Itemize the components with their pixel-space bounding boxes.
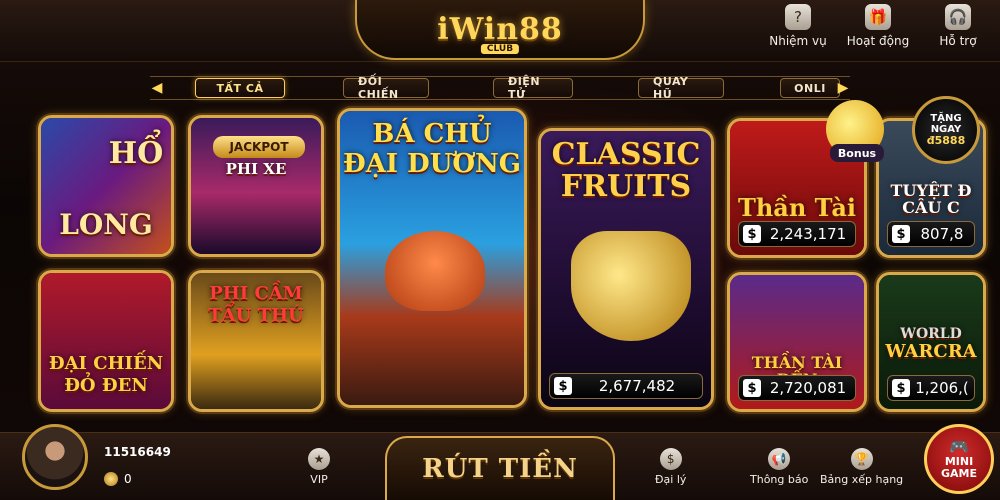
tab-all[interactable]: TẤT CẢ xyxy=(195,78,285,98)
dai-chien-title-b: ĐỎ ĐEN xyxy=(64,375,148,396)
tuyet-dinh-jackpot-amount: 807,8 xyxy=(920,225,964,243)
ho-long-title-b: LONG xyxy=(59,208,153,241)
vip-button[interactable]: ★ VIP xyxy=(308,448,330,486)
game-tile-ho-long[interactable]: HỔ LONG xyxy=(38,115,174,257)
bonus-label: Bonus xyxy=(830,144,884,162)
currency-icon: $ xyxy=(743,379,761,397)
tuyet-dinh-jackpot: $ 807,8 xyxy=(887,221,975,247)
classic-jackpot: $ 2,677,482 xyxy=(549,373,703,399)
withdraw-label: RÚT TIỀN xyxy=(422,454,578,484)
game-tile-phi-xe[interactable]: JACKPOT PHI XE xyxy=(188,115,324,257)
withdraw-button[interactable]: RÚT TIỀN xyxy=(385,436,615,500)
tab-jackpot[interactable]: QUAY HŨ xyxy=(638,75,724,101)
mini-game-button[interactable]: 🎮 MINI GAME xyxy=(924,424,994,494)
currency-icon: $ xyxy=(892,379,910,397)
logo-sub: CLUB xyxy=(480,44,520,54)
phi-xe-title: PHI XE xyxy=(225,160,287,178)
coin-icon xyxy=(104,472,118,486)
gamepad-icon: 🎮 xyxy=(949,437,969,457)
gift-line1: TẶNG xyxy=(930,112,962,124)
gift-icon: 🎁 xyxy=(865,4,891,30)
warcraft-title-b: WARCRA xyxy=(885,341,977,362)
activity-button[interactable]: 🎁 Hoạt động xyxy=(846,4,910,48)
tab-pvp[interactable]: ĐỐI CHIẾN xyxy=(343,75,429,101)
currency-icon: $ xyxy=(554,377,572,395)
support-button[interactable]: 🎧 Hỗ trợ xyxy=(926,4,990,48)
logo-text: iWin88 xyxy=(437,11,563,47)
trophy-icon: 🏆 xyxy=(850,448,873,470)
ba-chu-title-b: ĐẠI DƯƠNG xyxy=(343,149,521,179)
classic-jackpot-amount: 2,677,482 xyxy=(598,377,676,395)
currency-icon: $ xyxy=(892,225,910,243)
coin-balance: 0 xyxy=(104,472,132,486)
gift-amount: đ5888 xyxy=(926,133,966,147)
than-tai-den-jackpot-amount: 2,720,081 xyxy=(769,379,847,397)
phi-cam-title-a: PHI CẦM xyxy=(209,283,303,304)
game-tile-classic-fruits[interactable]: CLASSIC FRUITS $ 2,677,482 xyxy=(538,128,714,410)
game-tile-than-tai-den[interactable]: THẦN TÀI ĐẾN $ 2,720,081 xyxy=(727,272,867,412)
chevron-right-icon[interactable]: ▶ xyxy=(836,78,850,98)
tuyet-dinh-title: TUYỆT Đ CÂU C xyxy=(890,181,972,217)
mission-label: Nhiệm vụ xyxy=(769,34,827,48)
dai-chien-title-a: ĐẠI CHIẾN xyxy=(48,353,164,374)
phi-cam-title-b: TẨU THÚ xyxy=(208,305,304,326)
tab-electronic[interactable]: ĐIỆN TỬ xyxy=(493,75,573,101)
crab-icon xyxy=(385,231,485,311)
warcraft-jackpot: $ 1,206,( xyxy=(887,375,975,401)
agent-button[interactable]: $ Đại lý xyxy=(655,448,686,486)
mini-line1: MINI xyxy=(944,454,974,468)
ho-long-title-a: HỔ xyxy=(108,136,164,171)
logo: iWin88 CLUB xyxy=(355,0,645,60)
support-icon: 🎧 xyxy=(945,4,971,30)
notify-button[interactable]: 📢 Thông báo xyxy=(750,448,808,486)
support-label: Hỗ trợ xyxy=(939,34,977,48)
megaphone-icon: 📢 xyxy=(768,448,791,470)
bell-icon xyxy=(571,231,691,341)
agent-label: Đại lý xyxy=(655,473,687,486)
gift-promo[interactable]: TẶNG NGAY đ5888 xyxy=(912,96,980,164)
game-tile-warcraft[interactable]: WORLD WARCRA $ 1,206,( xyxy=(876,272,986,412)
top-actions: ? Nhiệm vụ 🎁 Hoạt động 🎧 Hỗ trợ xyxy=(766,4,990,48)
tab-online[interactable]: ONLI xyxy=(780,78,840,98)
than-tai-jackpot-amount: 2,243,171 xyxy=(769,225,847,243)
rank-label: Bảng xếp hạng xyxy=(820,473,904,486)
chevron-left-icon[interactable]: ◀ xyxy=(150,78,164,98)
jackpot-badge: JACKPOT xyxy=(213,136,305,158)
rank-button[interactable]: 🏆 Bảng xếp hạng xyxy=(820,448,903,486)
warcraft-jackpot-amount: 1,206,( xyxy=(915,379,969,397)
coin-value: 0 xyxy=(124,472,132,486)
ba-chu-title-a: BÁ CHỦ xyxy=(372,119,492,149)
than-tai-jackpot: $ 2,243,171 xyxy=(738,221,856,247)
than-tai-den-jackpot: $ 2,720,081 xyxy=(738,375,856,401)
game-tile-dai-chien[interactable]: ĐẠI CHIẾN ĐỎ ĐEN xyxy=(38,270,174,412)
game-tile-phi-cam[interactable]: PHI CẦM TẨU THÚ xyxy=(188,270,324,412)
avatar[interactable] xyxy=(22,424,88,490)
mission-button[interactable]: ? Nhiệm vụ xyxy=(766,4,830,48)
than-tai-title: Thần Tài xyxy=(737,193,857,222)
currency-icon: $ xyxy=(743,225,761,243)
mission-icon: ? xyxy=(785,4,811,30)
bonus-promo[interactable]: Bonus xyxy=(826,100,884,162)
warcraft-title-a: WORLD xyxy=(900,326,962,342)
vip-label: VIP xyxy=(310,473,328,486)
dollar-icon: $ xyxy=(659,448,682,470)
activity-label: Hoạt động xyxy=(846,34,910,48)
star-icon: ★ xyxy=(308,448,330,470)
user-id: 11516649 xyxy=(104,445,171,459)
classic-title-b: FRUITS xyxy=(560,169,692,204)
mini-line2: GAME xyxy=(940,466,977,480)
classic-title-a: CLASSIC xyxy=(551,137,701,172)
notify-label: Thông báo xyxy=(750,473,809,486)
game-tile-ba-chu-dai-duong[interactable]: BÁ CHỦ ĐẠI DƯƠNG xyxy=(337,108,527,408)
